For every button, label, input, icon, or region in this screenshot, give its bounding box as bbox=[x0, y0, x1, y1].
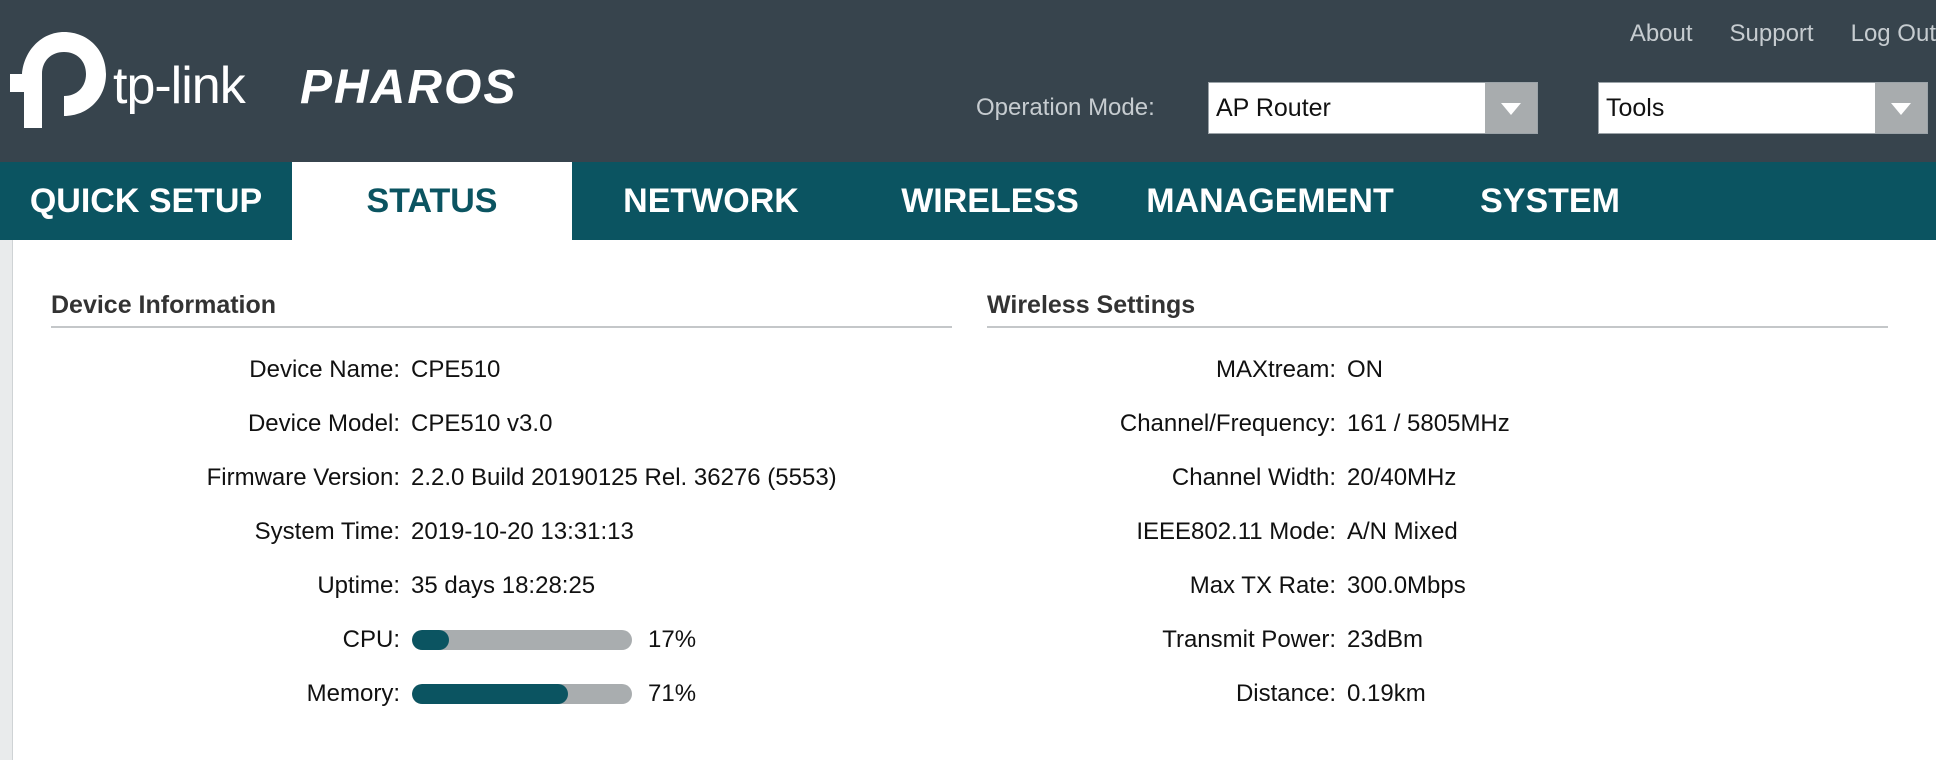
channel-frequency-label: Channel/Frequency: bbox=[1119, 410, 1336, 437]
cpu-label: CPU: bbox=[342, 626, 400, 653]
device-model-value: CPE510 v3.0 bbox=[411, 410, 553, 437]
left-border-strip bbox=[0, 240, 12, 760]
maxtream-value: ON bbox=[1347, 356, 1383, 383]
channel-frequency-value: 161 / 5805MHz bbox=[1347, 410, 1510, 437]
device-name-label: Device Name: bbox=[249, 356, 400, 383]
support-link[interactable]: Support bbox=[1730, 18, 1814, 50]
cpu-usage-fill bbox=[412, 630, 450, 650]
system-time-label: System Time: bbox=[254, 518, 400, 545]
distance-label: Distance: bbox=[1235, 680, 1336, 707]
channel-width-label: Channel Width: bbox=[1171, 464, 1336, 491]
operation-mode-label: Operation Mode: bbox=[976, 94, 1155, 121]
maxtream-label: MAXtream: bbox=[1215, 356, 1336, 383]
memory-usage-fill bbox=[412, 684, 569, 704]
device-model-label: Device Model: bbox=[247, 410, 400, 437]
device-information-divider bbox=[51, 326, 952, 328]
tab-network[interactable]: NETWORK bbox=[572, 162, 850, 240]
transmit-power-value: 23dBm bbox=[1347, 626, 1424, 653]
ieee80211-mode-value: A/N Mixed bbox=[1347, 518, 1458, 545]
ieee80211-mode-label: IEEE802.11 Mode: bbox=[1136, 518, 1336, 545]
header: tp-link PHAROS About Support Log Out Ope… bbox=[0, 0, 1936, 162]
max-tx-rate-value: 300.0Mbps bbox=[1347, 572, 1466, 599]
chevron-down-icon[interactable] bbox=[1485, 83, 1537, 133]
about-link[interactable]: About bbox=[1630, 18, 1693, 50]
logo-wordmark: tp-link bbox=[113, 57, 246, 115]
transmit-power-label: Transmit Power: bbox=[1162, 626, 1336, 653]
operation-mode-value: AP Router bbox=[1216, 94, 1331, 122]
tab-system[interactable]: SYSTEM bbox=[1410, 162, 1690, 240]
chevron-down-icon[interactable] bbox=[1875, 83, 1927, 133]
tab-management[interactable]: MANAGEMENT bbox=[1130, 162, 1410, 240]
tab-status[interactable]: STATUS bbox=[292, 162, 572, 240]
channel-width-value: 20/40MHz bbox=[1347, 464, 1457, 491]
wireless-settings-divider bbox=[987, 326, 1888, 328]
status-content bbox=[12, 240, 1936, 760]
cpu-usage-bar bbox=[412, 630, 632, 650]
device-information-title: Device Information bbox=[51, 291, 277, 319]
memory-usage-bar bbox=[412, 684, 632, 704]
top-links: About Support Log Out bbox=[1593, 18, 1936, 50]
max-tx-rate-label: Max TX Rate: bbox=[1189, 572, 1336, 599]
device-name-value: CPE510 bbox=[411, 356, 501, 383]
memory-percent: 71% bbox=[648, 680, 697, 707]
tp-link-logo-icon bbox=[10, 32, 106, 128]
distance-value: 0.19km bbox=[1347, 680, 1426, 707]
uptime-label: Uptime: bbox=[317, 572, 400, 599]
tab-quick-setup[interactable]: QUICK SETUP bbox=[0, 162, 292, 240]
memory-label: Memory: bbox=[306, 680, 400, 707]
firmware-version-label: Firmware Version: bbox=[206, 464, 400, 491]
product-name: PHAROS bbox=[300, 61, 518, 114]
system-time-value: 2019-10-20 13:31:13 bbox=[411, 518, 634, 545]
tools-value: Tools bbox=[1606, 94, 1665, 122]
tab-wireless[interactable]: WIRELESS bbox=[850, 162, 1130, 240]
cpu-percent: 17% bbox=[648, 626, 697, 653]
uptime-value: 35 days 18:28:25 bbox=[411, 572, 596, 599]
operation-mode-select[interactable]: AP Router bbox=[1208, 82, 1538, 134]
firmware-version-value: 2.2.0 Build 20190125 Rel. 36276 (5553) bbox=[411, 464, 837, 491]
wireless-settings-title: Wireless Settings bbox=[987, 291, 1196, 319]
tools-select[interactable]: Tools bbox=[1598, 82, 1928, 134]
logout-link[interactable]: Log Out bbox=[1851, 18, 1936, 50]
main-nav: QUICK SETUP STATUS NETWORK WIRELESS MANA… bbox=[0, 162, 1936, 240]
